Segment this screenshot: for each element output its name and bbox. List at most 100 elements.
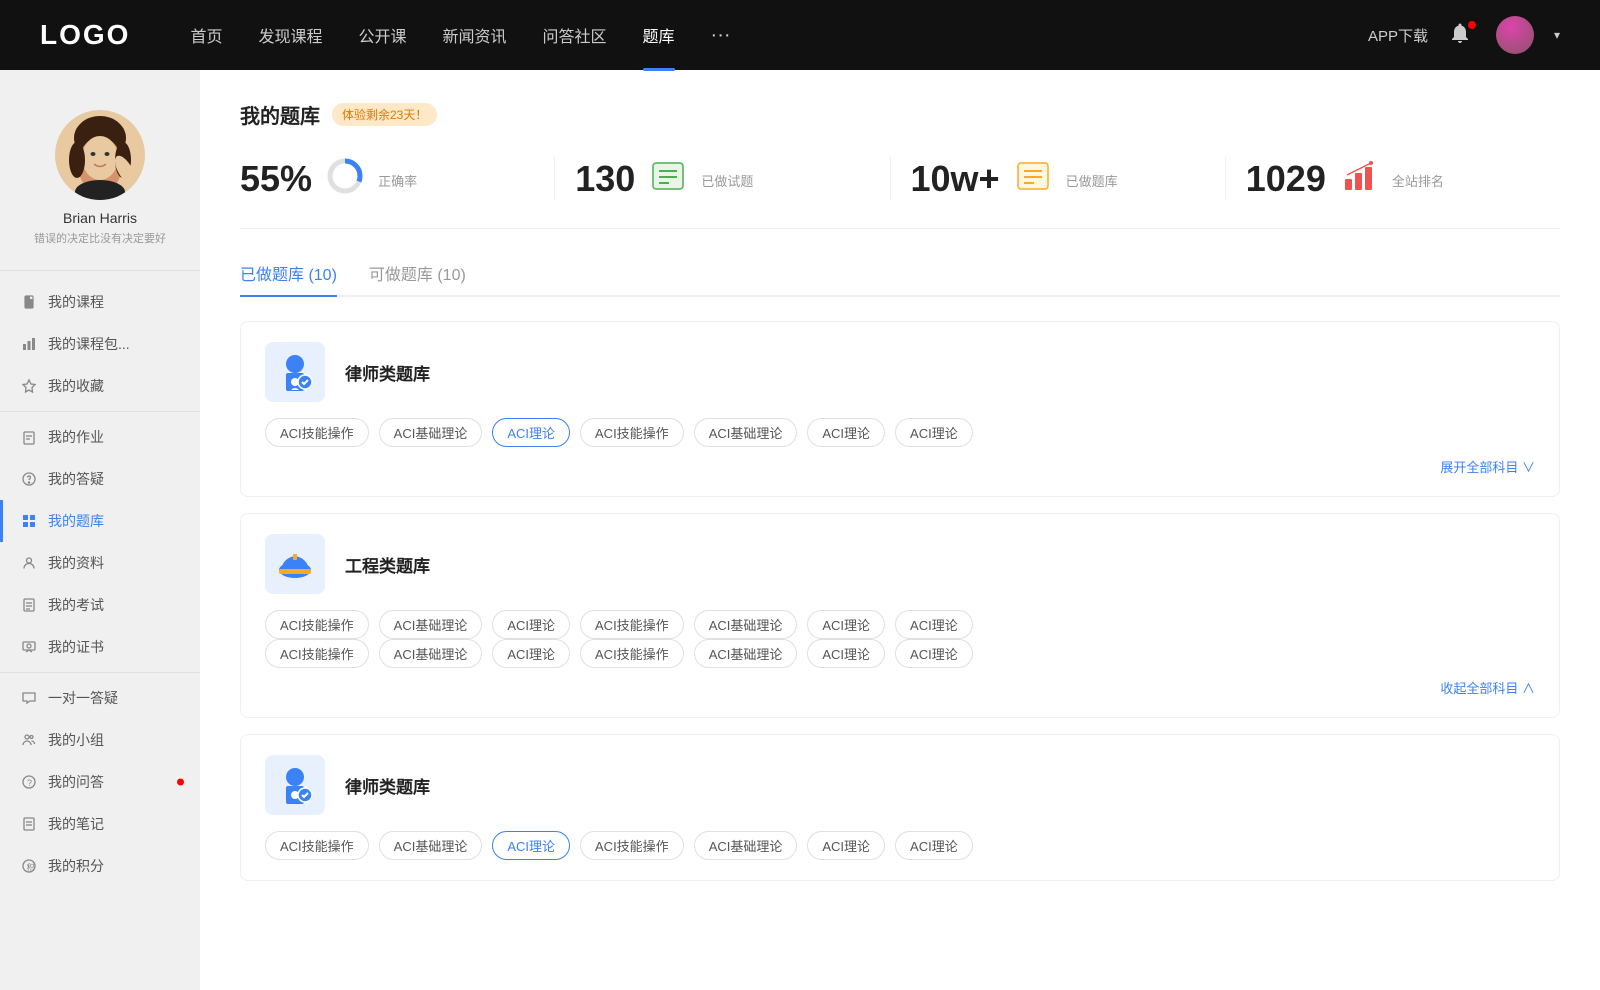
stat-done-banks-value-wrap: 10w+ (911, 158, 1000, 200)
bank-tag-1-6[interactable]: ACI理论 (895, 610, 973, 639)
bank-tag-0-4[interactable]: ACI基础理论 (694, 418, 798, 447)
sidebar-item-my-bank[interactable]: 我的题库 (0, 500, 200, 542)
profile-avatar[interactable] (55, 110, 145, 200)
note-icon (20, 815, 38, 833)
tab-done-banks[interactable]: 已做题库 (10) (240, 261, 337, 295)
bank-tag-1-5[interactable]: ACI理论 (807, 610, 885, 639)
top-navigation: LOGO 首页 发现课程 公开课 新闻资讯 问答社区 题库 ··· APP下载 … (0, 0, 1600, 70)
nav-discover[interactable]: 发现课程 (258, 23, 322, 47)
bank-tag-2-0[interactable]: ACI技能操作 (265, 831, 369, 860)
nav-more[interactable]: ··· (711, 24, 731, 47)
bank-tag-1-r2-1[interactable]: ACI基础理论 (379, 639, 483, 668)
sidebar-label-my-cert: 我的证书 (48, 637, 104, 657)
sidebar-item-my-favorites[interactable]: 我的收藏 (0, 365, 200, 407)
page-header: 我的题库 体验剩余23天！ (240, 100, 1560, 129)
nav-opencourse[interactable]: 公开课 (358, 23, 406, 47)
stat-done-banks-value: 10w+ (911, 158, 1000, 199)
bank-section-1-tags-row1: ACI技能操作 ACI基础理论 ACI理论 ACI技能操作 ACI基础理论 AC… (265, 610, 1535, 639)
sidebar-item-my-packages[interactable]: 我的课程包... (0, 323, 200, 365)
bank-section-2-header: 律师类题库 (265, 755, 1535, 815)
tab-available-banks[interactable]: 可做题库 (10) (369, 261, 466, 295)
bank-section-2-icon (265, 755, 325, 815)
sidebar-item-my-homework[interactable]: 我的作业 (0, 416, 200, 458)
bank-tag-1-r2-2[interactable]: ACI理论 (492, 639, 570, 668)
sidebar-item-my-points[interactable]: 积 我的积分 (0, 845, 200, 887)
bank-tag-0-5[interactable]: ACI理论 (807, 418, 885, 447)
sidebar-item-my-questions[interactable]: ? 我的问答 (0, 761, 200, 803)
bank-tag-1-1[interactable]: ACI基础理论 (379, 610, 483, 639)
group-icon (20, 731, 38, 749)
nav-news[interactable]: 新闻资讯 (443, 23, 507, 47)
bank-tag-2-6[interactable]: ACI理论 (895, 831, 973, 860)
bank-tag-1-4[interactable]: ACI基础理论 (694, 610, 798, 639)
bank-section-0-footer[interactable]: 展开全部科目 ∨ (265, 457, 1535, 476)
bank-tag-0-1[interactable]: ACI基础理论 (379, 418, 483, 447)
bank-tag-0-2[interactable]: ACI理论 (492, 418, 570, 447)
bank-tag-0-0[interactable]: ACI技能操作 (265, 418, 369, 447)
tabs-row: 已做题库 (10) 可做题库 (10) (240, 261, 1560, 297)
doc-icon (20, 596, 38, 614)
nav-qa[interactable]: 问答社区 (543, 23, 607, 47)
nav-bank[interactable]: 题库 (643, 23, 675, 47)
bank-tag-2-1[interactable]: ACI基础理论 (379, 831, 483, 860)
bank-tag-1-r2-0[interactable]: ACI技能操作 (265, 639, 369, 668)
main-content: 我的题库 体验剩余23天！ 55% 正确率 (200, 70, 1600, 990)
user-menu-chevron[interactable]: ▾ (1554, 28, 1560, 42)
sidebar-label-my-courses: 我的课程 (48, 292, 104, 312)
nav-home[interactable]: 首页 (190, 23, 222, 47)
user-avatar[interactable] (1496, 16, 1534, 54)
svg-text:?: ? (27, 778, 32, 788)
sidebar-item-my-notes[interactable]: 我的笔记 (0, 803, 200, 845)
star-icon (20, 377, 38, 395)
sidebar-label-my-packages: 我的课程包... (48, 334, 130, 354)
bank-tag-0-3[interactable]: ACI技能操作 (580, 418, 684, 447)
profile-motto: 错误的决定比没有决定要好 (34, 230, 166, 246)
bank-tag-1-r2-3[interactable]: ACI技能操作 (580, 639, 684, 668)
sidebar-label-my-profile: 我的资料 (48, 553, 104, 573)
app-download-link[interactable]: APP下载 (1368, 25, 1428, 46)
sidebar-item-my-exam[interactable]: 我的考试 (0, 584, 200, 626)
topnav-right: APP下载 ▾ (1368, 16, 1560, 54)
coin-icon: 积 (20, 857, 38, 875)
bank-tag-0-6[interactable]: ACI理论 (895, 418, 973, 447)
bank-section-1-title: 工程类题库 (345, 552, 430, 577)
bank-tag-1-2[interactable]: ACI理论 (492, 610, 570, 639)
bank-tag-1-3[interactable]: ACI技能操作 (580, 610, 684, 639)
stat-ranking: 1029 全站排名 (1226, 157, 1560, 200)
sidebar-label-my-points: 我的积分 (48, 856, 104, 876)
sidebar-item-my-cert[interactable]: 我的证书 (0, 626, 200, 668)
stat-done-banks-icon (1014, 157, 1052, 200)
bank-tag-2-2[interactable]: ACI理论 (492, 831, 570, 860)
stat-accuracy-info: 正确率 (378, 167, 417, 190)
sidebar-item-my-profile[interactable]: 我的资料 (0, 542, 200, 584)
notification-bell[interactable] (1448, 21, 1476, 49)
sidebar-item-my-courses[interactable]: 我的课程 (0, 281, 200, 323)
bank-section-2: 律师类题库 ACI技能操作 ACI基础理论 ACI理论 ACI技能操作 ACI基… (240, 734, 1560, 881)
bank-tag-1-0[interactable]: ACI技能操作 (265, 610, 369, 639)
stat-done-questions-value-wrap: 130 (575, 158, 635, 200)
bank-section-1-icon (265, 534, 325, 594)
bank-tag-1-r2-6[interactable]: ACI理论 (895, 639, 973, 668)
sidebar-label-my-group: 我的小组 (48, 730, 104, 750)
sidebar-label-my-bank: 我的题库 (48, 511, 104, 531)
sidebar-item-one-on-one[interactable]: 一对一答疑 (0, 677, 200, 719)
chat-icon (20, 689, 38, 707)
stat-done-questions-info: 已做试题 (701, 167, 753, 190)
sidebar-profile: Brian Harris 错误的决定比没有决定要好 (0, 90, 200, 271)
bank-tag-1-r2-5[interactable]: ACI理论 (807, 639, 885, 668)
bank-tag-2-4[interactable]: ACI基础理论 (694, 831, 798, 860)
sidebar-item-my-qa[interactable]: 我的答疑 (0, 458, 200, 500)
profile-name: Brian Harris (63, 210, 137, 226)
sidebar-item-my-group[interactable]: 我的小组 (0, 719, 200, 761)
stat-accuracy-label: 正确率 (378, 171, 417, 190)
bank-section-0-icon (265, 342, 325, 402)
nav-links: 首页 发现课程 公开课 新闻资讯 问答社区 题库 ··· (190, 23, 1368, 47)
svg-text:积: 积 (27, 862, 35, 872)
bank-tag-2-3[interactable]: ACI技能操作 (580, 831, 684, 860)
bank-section-0: 律师类题库 ACI技能操作 ACI基础理论 ACI理论 ACI技能操作 ACI基… (240, 321, 1560, 497)
bank-section-1-footer[interactable]: 收起全部科目 ∧ (265, 678, 1535, 697)
file-icon (20, 293, 38, 311)
bank-tag-2-5[interactable]: ACI理论 (807, 831, 885, 860)
bank-section-0-header: 律师类题库 (265, 342, 1535, 402)
bank-tag-1-r2-4[interactable]: ACI基础理论 (694, 639, 798, 668)
